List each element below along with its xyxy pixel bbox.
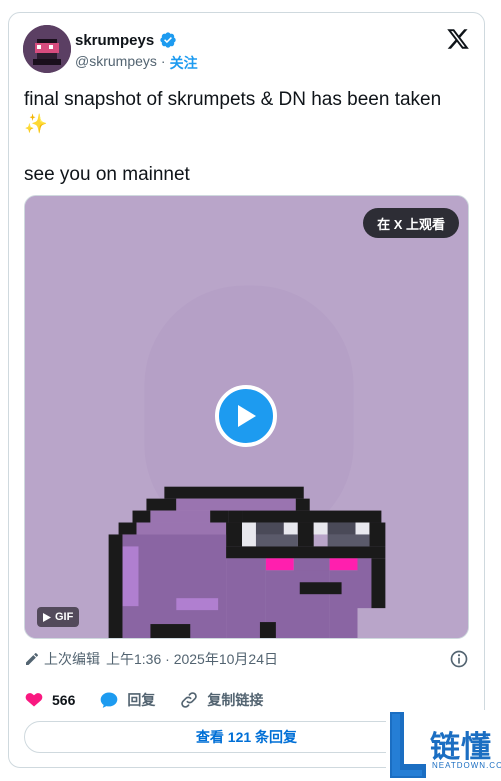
likes-count: 566 xyxy=(52,692,76,708)
copy-link-action[interactable]: 复制链接 xyxy=(179,690,263,710)
play-icon xyxy=(238,405,256,427)
avatar-image xyxy=(23,25,71,73)
play-button[interactable] xyxy=(215,385,277,447)
reply-action[interactable]: 回复 xyxy=(99,690,155,710)
reply-bubble-icon xyxy=(101,692,118,708)
follow-button[interactable]: 关注 xyxy=(170,53,198,73)
watermark-l-icon xyxy=(390,712,426,778)
separator: · xyxy=(160,53,166,69)
watch-on-x-button[interactable]: 在 X 上观看 xyxy=(363,208,459,238)
timestamp[interactable]: 上午1:36 · 2025年10月24日 xyxy=(106,649,278,669)
gif-badge: GIF xyxy=(37,607,80,627)
info-icon[interactable] xyxy=(449,649,469,669)
tweet-line1-text: final snapshot of skrumpets & DN has bee… xyxy=(24,89,442,110)
edit-pencil-icon xyxy=(26,652,39,665)
watermark-logo: 链懂 NEATDOWN.COM xyxy=(386,710,501,781)
tweet-meta: 上次编辑 上午1:36 · 2025年10月24日 xyxy=(24,649,469,669)
tweet-text-line2: see you on mainnet xyxy=(24,164,190,185)
display-name[interactable]: skrumpeys xyxy=(75,32,154,49)
like-action[interactable]: 566 xyxy=(24,690,75,710)
watermark-english: NEATDOWN.COM xyxy=(432,761,501,770)
tweet-text: final snapshot of skrumpets & DN has bee… xyxy=(24,87,469,187)
watermark-chinese: 链懂 xyxy=(430,730,492,765)
tweet-text-line1: final snapshot of skrumpets & DN has bee… xyxy=(24,87,469,112)
gif-label: GIF xyxy=(55,611,74,623)
heart-icon xyxy=(25,693,43,707)
author-name-row: skrumpeys xyxy=(75,31,177,49)
avatar[interactable] xyxy=(23,25,71,73)
verified-badge-icon xyxy=(160,32,176,48)
reply-label: 回复 xyxy=(127,692,156,708)
link-icon xyxy=(181,692,198,708)
sparkles-icon: ✨ xyxy=(24,114,48,135)
small-play-icon xyxy=(43,612,51,622)
handle-row: @skrumpeys · 关注 xyxy=(75,53,198,73)
edited-label[interactable]: 上次编辑 xyxy=(44,649,100,669)
x-logo-icon[interactable] xyxy=(446,27,470,51)
tweet-actions: 566 回复 复制链接 xyxy=(24,689,287,711)
handle[interactable]: @skrumpeys xyxy=(75,53,157,73)
tweet-card: skrumpeys @skrumpeys · 关注 final snapshot… xyxy=(8,12,485,768)
media-gif[interactable]: 在 X 上观看 GIF xyxy=(24,195,469,639)
copy-link-label: 复制链接 xyxy=(207,692,264,708)
